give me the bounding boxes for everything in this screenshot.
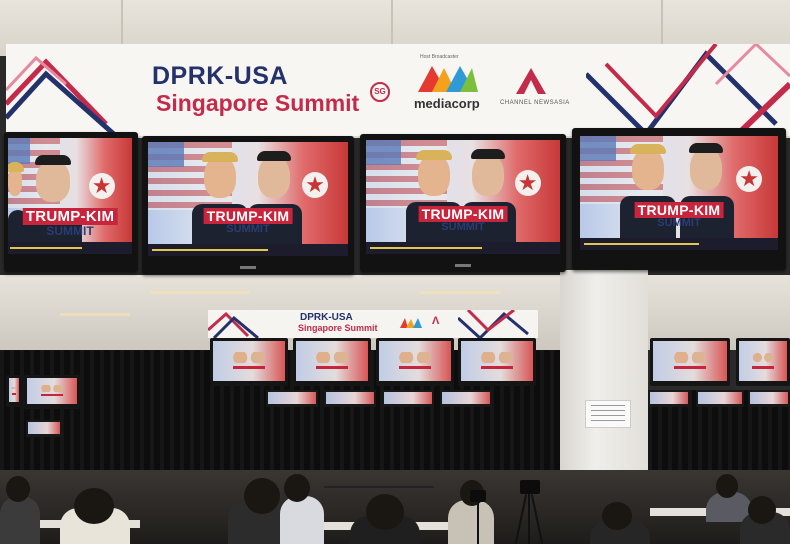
rear-tv-far: [696, 390, 744, 407]
rear-tv-far: [266, 390, 318, 407]
boom-pole: [324, 486, 434, 488]
media-centre-scene: DPRK-USA Singapore Summit Host Broadcast…: [0, 0, 790, 544]
screen-caption-sub: SUMMIT: [657, 217, 701, 229]
screen-caption-sub: SUMMIT: [46, 224, 94, 238]
rear-channel-newsasia-logo: Λ: [432, 315, 440, 327]
banner-chevrons-left: [6, 55, 118, 136]
person-head: [748, 496, 776, 524]
rear-tv-far: [26, 420, 62, 437]
rear-tv-far: [748, 390, 790, 407]
rear-tv: [210, 338, 288, 386]
host-broadcaster-label: Host Broadcaster: [420, 54, 459, 60]
ceiling-light: [150, 291, 250, 294]
ceiling-light: [60, 313, 130, 316]
screen-caption-sub: SUMMIT: [441, 221, 485, 233]
tv-screen-1: ★ TRUMP-KIM SUMMIT: [4, 132, 138, 272]
screen-caption: TRUMP-KIM: [634, 202, 724, 218]
rear-tv: [24, 375, 80, 409]
person-head: [366, 494, 404, 530]
person: [0, 496, 40, 544]
camera-tripod: [528, 494, 530, 544]
banner-title: DPRK-USA: [152, 62, 288, 90]
person-head: [602, 502, 632, 530]
rear-tv-far: [440, 390, 492, 407]
camera-tripod: [477, 502, 479, 544]
tv-screen-2: ★ TRUMP-KIM SUMMIT: [142, 136, 354, 274]
channel-newsasia-text: CHANNEL NEWSASIA: [500, 100, 570, 106]
rear-tv: [293, 338, 371, 386]
person-head: [284, 474, 310, 502]
person: [448, 500, 494, 544]
rear-tv: [458, 338, 536, 386]
summit-banner: DPRK-USA Singapore Summit Host Broadcast…: [6, 44, 790, 138]
rear-tv: [6, 375, 22, 407]
rear-tv-far: [382, 390, 434, 407]
banner-subtitle: Singapore Summit: [156, 90, 360, 116]
tv-screen-3: ★ TRUMP-KIM SUMMIT: [360, 134, 566, 272]
mediacorp-logo: [418, 66, 478, 92]
person-head: [716, 474, 738, 498]
ceiling-light: [420, 291, 500, 294]
video-camera: [470, 490, 486, 502]
tv-screen-4: ★ TRUMP-KIM SUMMIT: [572, 128, 786, 270]
rear-mediacorp-logo: [400, 318, 422, 328]
rear-tv-far: [648, 390, 690, 407]
screen-caption-sub: SUMMIT: [226, 223, 270, 235]
person-head: [74, 488, 114, 524]
sg-badge: SG: [370, 82, 390, 102]
rear-tv: [376, 338, 454, 386]
video-camera: [520, 480, 540, 494]
screen-caption: TRUMP-KIM: [22, 208, 118, 225]
person: [280, 496, 324, 544]
rear-banner-chevrons-right: [458, 310, 529, 338]
banner-chevrons-right: [586, 44, 790, 136]
rear-tv-far: [324, 390, 376, 407]
person-head: [244, 478, 280, 514]
channel-newsasia-logo: [516, 68, 546, 94]
rear-tv: [736, 338, 790, 386]
summit-banner-rear: DPRK-USA Singapore Summit Λ: [208, 310, 538, 338]
person-head: [6, 476, 30, 502]
mediacorp-logo-text: mediacorp: [414, 96, 480, 111]
rear-banner-title: DPRK-USA: [300, 312, 353, 323]
rear-banner-subtitle: Singapore Summit: [298, 323, 378, 333]
rear-tv: [650, 338, 730, 386]
screen-caption: TRUMP-KIM: [203, 208, 293, 224]
screen-caption: TRUMP-KIM: [418, 206, 508, 222]
rear-banner-chevrons-left: [208, 311, 259, 338]
pillar-notice: [585, 400, 631, 428]
